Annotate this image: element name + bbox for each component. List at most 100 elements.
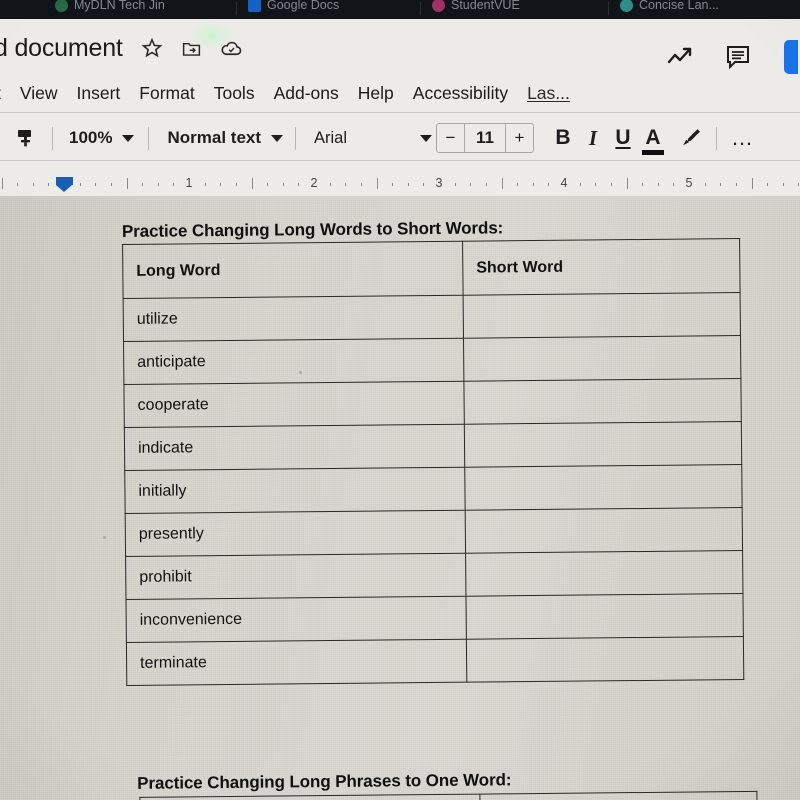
short-word-cell[interactable] [463, 292, 741, 339]
long-word-cell[interactable]: prohibit [125, 553, 466, 600]
ruler-tick [767, 183, 768, 186]
ruler-tick [705, 183, 706, 186]
tab-label: Google Docs [267, 0, 340, 12]
font-size-stepper: − 11 + [436, 123, 535, 153]
ruler-tick [517, 183, 518, 186]
table-row: anticipate [123, 335, 741, 385]
ruler-tick [158, 183, 159, 186]
screen-photo: MyDLN Tech Jin Google Docs StudentVUE Co… [0, 0, 800, 800]
long-word-cell[interactable]: presently [125, 510, 466, 557]
section-heading-1: Practice Changing Long Words to Short Wo… [121, 218, 504, 241]
ruler-number: 2 [310, 176, 318, 190]
document-page[interactable]: Practice Changing Long Words to Short Wo… [0, 196, 800, 800]
ruler-tick [142, 183, 143, 186]
toolbar-divider [295, 126, 297, 150]
ruler-tick [580, 183, 581, 186]
short-word-cell[interactable] [464, 421, 742, 468]
browser-tab[interactable]: MyDLN Tech Jin [55, 0, 165, 17]
zoom-selector[interactable]: 100% [69, 128, 135, 148]
bold-button[interactable]: B [548, 126, 578, 150]
zoom-value: 100% [69, 128, 113, 147]
menu-item-insert[interactable]: Insert [77, 83, 121, 104]
underline-button[interactable]: U [608, 126, 638, 150]
short-word-cell[interactable] [464, 464, 743, 511]
menu-item-format[interactable]: Format [139, 83, 194, 104]
star-icon[interactable] [141, 37, 163, 59]
cloud-saved-icon[interactable] [220, 37, 243, 60]
chevron-down-icon [122, 134, 135, 142]
ruler-tick [220, 183, 221, 186]
short-word-cell[interactable] [463, 378, 742, 425]
long-words-table[interactable]: Long Word Short Word utilize anticipate coop… [122, 238, 744, 686]
short-word-cell[interactable] [466, 636, 744, 683]
font-selector[interactable]: Arial [314, 128, 433, 148]
activity-trend-icon[interactable] [666, 44, 696, 70]
table-row: indicate [124, 421, 742, 471]
menu-item-accessibility[interactable]: Accessibility [413, 83, 508, 104]
short-word-cell[interactable] [465, 593, 744, 640]
paint-format-icon[interactable] [14, 126, 38, 150]
short-word-cell[interactable] [463, 335, 741, 382]
menu-item-add-ons[interactable]: Add-ons [274, 83, 339, 104]
tab-label: MyDLN Tech Jin [74, 0, 165, 12]
ruler-tick [361, 183, 362, 186]
ruler-tick [502, 178, 503, 189]
long-word-cell[interactable]: initially [124, 467, 466, 514]
long-word-cell[interactable]: anticipate [123, 338, 464, 385]
move-to-folder-icon[interactable] [181, 38, 202, 59]
long-word-cell[interactable]: terminate [126, 639, 467, 686]
ruler-tick [48, 183, 49, 186]
table-row: terminate [126, 636, 744, 686]
ruler-tick [548, 183, 549, 186]
tab-divider [420, 2, 421, 15]
ruler-tick [111, 183, 112, 186]
menu-item-edit[interactable]: t [0, 83, 1, 104]
italic-button[interactable]: I [578, 126, 608, 151]
ruler-tick [595, 183, 596, 186]
ruler-tick [80, 183, 81, 186]
document-title[interactable]: d document [0, 34, 123, 63]
share-button[interactable] [784, 40, 798, 74]
paragraph-style-selector[interactable]: Normal text [167, 128, 284, 148]
long-word-cell[interactable]: indicate [124, 424, 465, 471]
menu-item-view[interactable]: View [20, 83, 58, 104]
ruler-number: 4 [560, 176, 568, 190]
ruler-number: 3 [435, 176, 443, 190]
browser-tab[interactable]: Concise Lan... [620, 0, 719, 17]
font-size-increase-button[interactable]: + [505, 124, 533, 152]
tab-favicon [55, 0, 68, 12]
google-docs-window: d document View Insert Format Tools Add-… [0, 19, 800, 800]
ruler-tick [95, 183, 96, 186]
tab-favicon [620, 0, 633, 12]
font-value: Arial [314, 128, 348, 147]
long-word-cell[interactable]: inconvenience [125, 596, 467, 643]
ruler-tick [658, 183, 659, 186]
font-size-decrease-button[interactable]: − [437, 124, 466, 152]
column-header: Long Phrase [139, 794, 481, 800]
comment-icon[interactable] [724, 43, 752, 71]
browser-tab[interactable]: Google Docs [248, 0, 339, 17]
toolbar-divider [52, 126, 53, 150]
column-header: Long Word [122, 241, 464, 299]
ruler-tick [205, 183, 206, 186]
menu-item-help[interactable]: Help [358, 83, 394, 104]
toolbar-divider [148, 126, 150, 150]
ruler-tick [252, 178, 253, 189]
browser-tab[interactable]: StudentVUE [432, 0, 520, 17]
ruler-tick [345, 183, 346, 186]
font-size-value[interactable]: 11 [465, 124, 505, 152]
formatting-toolbar: 100% Normal text Arial − 11 + B I U A … [0, 114, 800, 162]
short-word-cell[interactable] [465, 507, 743, 554]
short-word-cell[interactable] [465, 550, 743, 597]
menu-item-tools[interactable]: Tools [214, 83, 255, 104]
last-edit-status[interactable]: Las... [527, 83, 570, 104]
long-word-cell[interactable]: utilize [123, 295, 464, 342]
ruler-tick [267, 183, 268, 186]
text-color-button[interactable]: A [638, 126, 668, 155]
highlight-pen-icon[interactable] [678, 125, 704, 151]
long-word-cell[interactable]: cooperate [123, 381, 465, 428]
ruler-number: 1 [185, 176, 193, 190]
more-options-button[interactable]: … [731, 125, 754, 151]
ruler-tick [127, 178, 128, 189]
left-indent-marker[interactable] [56, 177, 73, 192]
